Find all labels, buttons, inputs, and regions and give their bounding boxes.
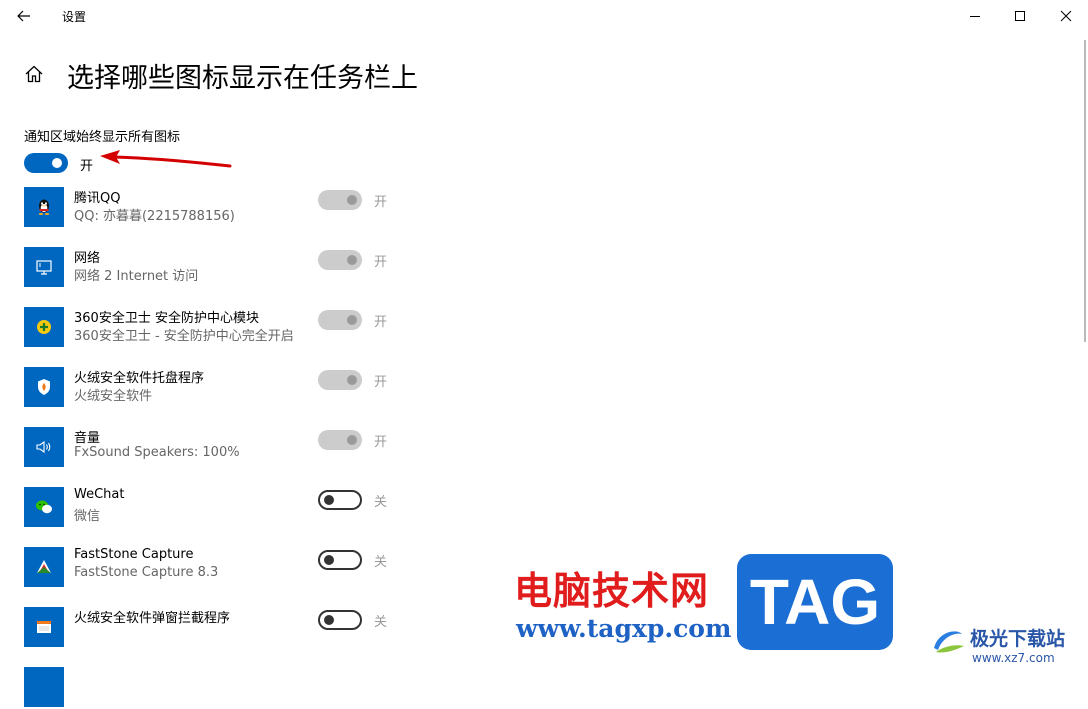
app-description: FxSound Speakers: 100% [74,445,240,460]
qq-app-icon [24,187,64,227]
app-name: FastStone Capture [74,547,194,562]
list-item: 360安全卫士 安全防护中心模块 360安全卫士 - 安全防护中心完全开启 开 [24,307,404,349]
360-security-icon [37,320,51,334]
close-button[interactable] [1054,4,1078,28]
huorong-app-icon [24,367,64,407]
toggle-knob [324,615,334,625]
toggle-state-label: 开 [374,435,388,450]
partial-app-icon [24,667,64,707]
app-name: WeChat [74,487,125,502]
wechat-toggle[interactable] [318,490,362,510]
watermark-download-site-name: 极光下载站 [970,628,1066,650]
aurora-logo-icon [934,631,964,653]
toggle-state-label: 关 [374,615,388,630]
app-description: 微信 [74,509,101,524]
toggle-state-label: 开 [374,195,388,210]
volume-icon [36,440,51,454]
qq-icon [38,199,50,215]
app-name: 360安全卫士 安全防护中心模块 [74,311,259,326]
volume-app-icon [24,427,64,467]
always-show-all-icons-toggle[interactable] [24,153,68,173]
list-item: FastStone Capture FastStone Capture 8.3 … [24,547,404,589]
watermark-tag-logo: TAG [737,554,893,650]
maximize-icon [1015,11,1025,21]
qq-toggle[interactable] [318,190,362,210]
huorong-shield-icon [38,379,50,395]
app-description: FastStone Capture 8.3 [74,565,219,580]
minimize-icon [970,16,980,17]
annotation-arrow-icon [100,150,232,168]
popup-blocker-icon [37,621,51,633]
faststone-app-icon [24,547,64,587]
window-title: 设置 [62,10,87,24]
list-item: 网络 网络 2 Internet 访问 开 [24,247,404,289]
app-description: QQ: 亦暮暮(2215788156) [74,209,235,224]
toggle-knob [52,158,62,168]
wechat-icon [36,500,52,514]
back-button[interactable] [12,4,36,28]
maximize-button[interactable] [1008,4,1032,28]
title-bar: 设置 [0,0,1088,32]
toggle-knob [347,195,357,205]
360-app-icon [24,307,64,347]
close-icon [1060,10,1072,22]
app-description: 360安全卫士 - 安全防护中心完全开启 [74,329,294,344]
toggle-knob [347,375,357,385]
toggle-knob [324,555,334,565]
app-name: 音量 [74,431,101,446]
list-item: 火绒安全软件托盘程序 火绒安全软件 开 [24,367,404,409]
always-show-all-icons-label: 通知区域始终显示所有图标 [24,130,181,145]
faststone-icon [37,560,51,573]
home-icon [25,65,43,83]
popup-blocker-toggle[interactable] [318,610,362,630]
toggle-state-label: 关 [374,555,388,570]
back-arrow-icon [17,10,30,22]
list-item: 音量 FxSound Speakers: 100% 开 [24,427,404,469]
toggle-state-label: 开 [374,315,388,330]
watermark-site-name: 电脑技术网 [514,569,710,613]
toggle-state-label: 关 [374,495,388,510]
list-item: 火绒安全软件弹窗拦截程序 关 [24,607,404,649]
watermark-download-site-url: www.xz7.com [972,651,1055,665]
volume-toggle[interactable] [318,430,362,450]
list-item [24,667,404,709]
wechat-app-icon [24,487,64,527]
huorong-tray-toggle[interactable] [318,370,362,390]
popup-blocker-app-icon [24,607,64,647]
list-item: 腾讯QQ QQ: 亦暮暮(2215788156) 开 [24,187,404,229]
watermark-url: www.tagxp.com [516,614,732,643]
toggle-state-label: 开 [80,159,94,174]
network-icon [36,260,52,275]
toggle-state-label: 开 [374,375,388,390]
network-app-icon [24,247,64,287]
360-toggle[interactable] [318,310,362,330]
toggle-knob [347,435,357,445]
minimize-button[interactable] [963,4,987,28]
list-item: WeChat 微信 关 [24,487,404,529]
toggle-knob [347,315,357,325]
toggle-knob [324,495,334,505]
network-toggle[interactable] [318,250,362,270]
app-name: 火绒安全软件托盘程序 [74,371,205,386]
app-name: 腾讯QQ [74,191,121,206]
app-description: 火绒安全软件 [74,389,153,404]
vertical-scrollbar[interactable] [1084,40,1086,342]
home-button[interactable] [24,64,44,84]
page-title: 选择哪些图标显示在任务栏上 [67,63,418,94]
faststone-toggle[interactable] [318,550,362,570]
app-name: 网络 [74,251,101,266]
app-name: 火绒安全软件弹窗拦截程序 [74,611,231,626]
app-description: 网络 2 Internet 访问 [74,269,199,284]
toggle-knob [347,255,357,265]
toggle-state-label: 开 [374,255,388,270]
